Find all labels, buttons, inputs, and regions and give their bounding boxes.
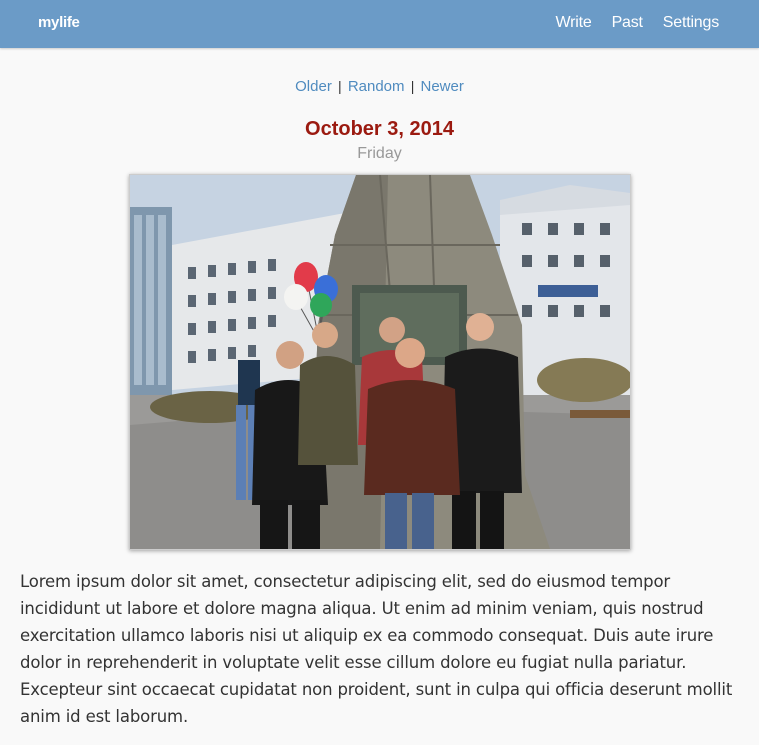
entry-photo	[129, 174, 631, 550]
entry-body-text: Lorem ipsum dolor sit amet, consectetur …	[20, 572, 733, 726]
entry-date: October 3, 2014	[305, 118, 454, 140]
newer-link[interactable]: Newer	[421, 78, 464, 95]
photo-illustration	[130, 175, 630, 549]
entry-weekday: Friday	[357, 145, 402, 162]
app-logo[interactable]: mylife	[38, 14, 80, 31]
nav-settings-link[interactable]: Settings	[663, 14, 719, 32]
main-nav: Write Past Settings	[556, 14, 720, 32]
nav-write-link[interactable]: Write	[556, 14, 592, 32]
nav-past-link[interactable]: Past	[612, 14, 643, 32]
pager-separator: |	[410, 78, 415, 94]
pager-separator: |	[338, 78, 342, 94]
older-link[interactable]: Older	[295, 78, 332, 95]
random-link[interactable]: Random	[348, 78, 405, 95]
top-navbar: mylife Write Past Settings	[0, 0, 759, 48]
entry-pager: Older | Random | Newer	[0, 78, 759, 95]
